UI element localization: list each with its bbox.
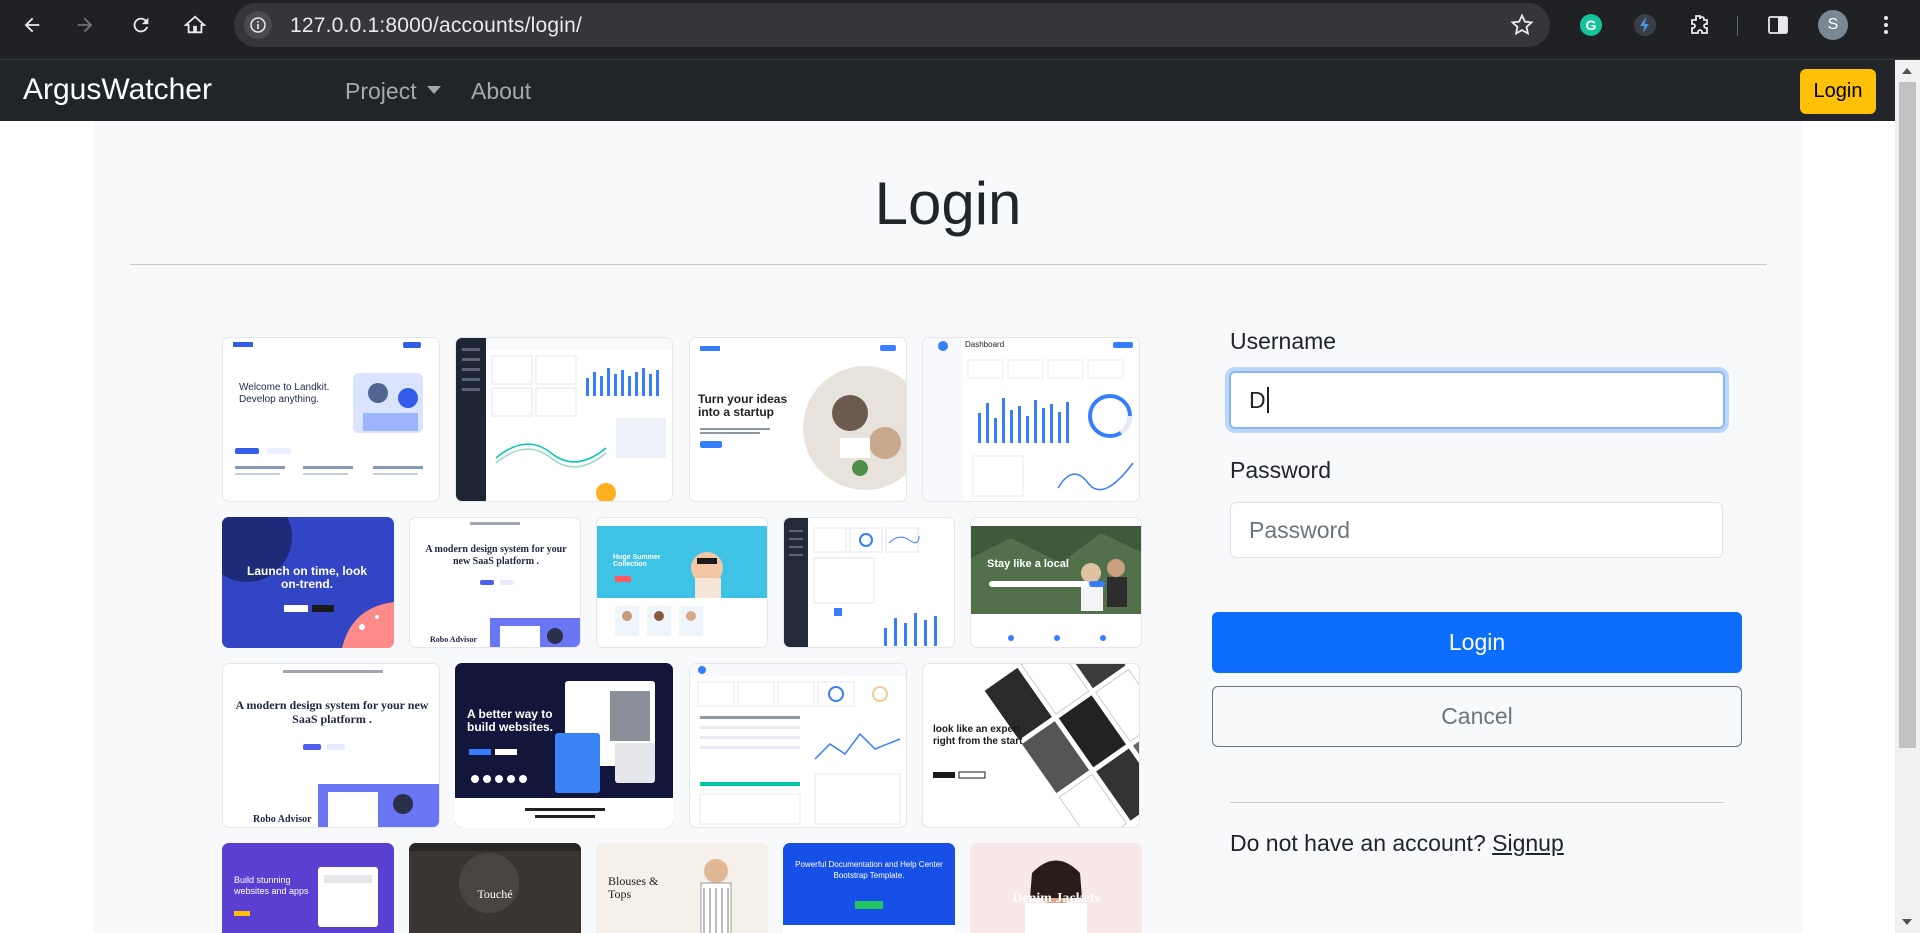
- thumbnail-text: Turn your ideas into a startup: [698, 392, 788, 419]
- thumbnail-blouses-tops: Blouses & Tops: [596, 843, 768, 933]
- nav-about-link[interactable]: About: [471, 78, 531, 105]
- thumbnail-text: Dashboard: [965, 340, 1005, 349]
- thumbnail-build-stunning: Build stunning websites and apps: [222, 843, 394, 933]
- url-text: 127.0.0.1:8000/accounts/login/: [290, 14, 583, 37]
- forward-button[interactable]: [68, 8, 102, 42]
- scrollbar-thumb[interactable]: [1899, 82, 1916, 748]
- username-label: Username: [1230, 328, 1337, 354]
- thumbnail-denim-jackets: Denim Jackets: [970, 843, 1142, 933]
- site-navbar: ArgusWatcher Project About Login: [0, 60, 1895, 121]
- thumbnail-better-way-websites: A better way to build websites.: [455, 663, 673, 828]
- stay-local-preview-image: [971, 526, 1141, 641]
- thumbnail-text: Blouses & Tops: [608, 874, 659, 901]
- browser-menu-icon[interactable]: [1873, 12, 1899, 38]
- thumbnail-touche: Touché: [409, 843, 581, 933]
- password-label: Password: [1230, 457, 1331, 483]
- extensions-puzzle-icon[interactable]: [1686, 12, 1712, 38]
- grammarly-extension-icon[interactable]: G: [1578, 12, 1604, 38]
- thumbnail-admin-dashboard: [783, 517, 955, 648]
- thumbnail-text: A modern design system for your new SaaS…: [235, 698, 429, 726]
- username-value: D: [1249, 386, 1266, 413]
- dashboard-charts-preview-image: [923, 338, 1134, 501]
- saas-preview-image-2: Robo Advisor: [253, 670, 439, 827]
- browser-chrome: 127.0.0.1:8000/accounts/login/ G S: [0, 0, 1920, 60]
- chevron-down-icon: [426, 85, 441, 94]
- thumbnail-text: Powerful Documentation and Help Center B…: [795, 860, 943, 880]
- signup-prompt: Do not have an account? Signup: [1230, 830, 1564, 857]
- back-button[interactable]: [15, 8, 49, 42]
- svg-text:G: G: [1586, 17, 1597, 33]
- nav-project-label: Project: [345, 78, 417, 104]
- site-info-icon[interactable]: [244, 11, 272, 39]
- page-title: Login: [874, 170, 1022, 237]
- forward-arrow-icon: [77, 17, 93, 33]
- nav-project-dropdown[interactable]: Project: [345, 78, 441, 105]
- denim-preview-image: [1025, 860, 1087, 933]
- better-way-preview-image: [455, 681, 673, 828]
- thumbnail-launch-on-time: Launch on time, look on-trend.: [222, 517, 394, 648]
- thumbnail-text: look like an expert right from the start: [933, 724, 1023, 747]
- title-divider: [130, 264, 1767, 265]
- thumbnail-summer-collection: Huge Summer Collection: [596, 517, 768, 648]
- thumbnail-text: Stay like a local: [987, 558, 1069, 570]
- text-cursor: [1266, 387, 1269, 413]
- saas-preview-image: Robo Advisor: [430, 522, 580, 647]
- profile-avatar[interactable]: S: [1818, 10, 1848, 40]
- cancel-button[interactable]: Cancel: [1212, 686, 1742, 747]
- side-panel-icon[interactable]: [1765, 12, 1791, 38]
- reload-icon: [133, 17, 149, 33]
- reload-button[interactable]: [124, 8, 158, 42]
- dashboard-preview-image: [456, 338, 672, 501]
- thumbnail-text: A better way to build websites.: [467, 707, 554, 734]
- thumbnail-saas-design-system-2: Robo Advisor A modern design system for …: [222, 663, 440, 828]
- form-divider: [1230, 802, 1724, 803]
- thumbnail-saas-design-system: Robo Advisor A modern design system for …: [409, 517, 581, 648]
- scroll-down-arrow-icon[interactable]: [1902, 919, 1912, 925]
- thumbnail-text: Launch on time, look on-trend.: [246, 564, 367, 591]
- signup-link[interactable]: Signup: [1492, 830, 1564, 856]
- password-placeholder: Password: [1249, 516, 1350, 543]
- documentation-preview-image: [783, 901, 955, 933]
- address-bar[interactable]: 127.0.0.1:8000/accounts/login/: [234, 3, 1550, 47]
- thumbnail-text: Huge Summer Collection: [613, 554, 661, 568]
- analytics-preview-image: [690, 664, 906, 825]
- login-container: Login Welcome to Landkit. Develop anythi…: [93, 121, 1803, 933]
- navbar-login-button[interactable]: Login: [1800, 69, 1876, 114]
- bookmark-star-icon[interactable]: [1510, 13, 1534, 42]
- thumbnail-text: Build stunning websites and apps: [234, 875, 309, 896]
- front-preview-image: [700, 345, 906, 490]
- thumbnail-text: Denim Jackets: [1012, 891, 1100, 906]
- thumbnail-look-like-expert: look like an expert right from the start: [922, 663, 1140, 828]
- thumbnail-stay-like-a-local: Stay like a local: [970, 517, 1142, 648]
- signup-prompt-text: Do not have an account?: [1230, 830, 1486, 856]
- back-arrow-icon: [24, 17, 40, 33]
- password-input[interactable]: Password: [1230, 502, 1723, 558]
- admin-preview-image: [784, 518, 937, 647]
- thumbnail-dashboard-charts: Dashboard: [922, 337, 1140, 502]
- scroll-up-arrow-icon[interactable]: [1902, 68, 1912, 74]
- login-submit-button[interactable]: Login: [1212, 612, 1742, 673]
- thumbnail-analytics-dashboard: [689, 663, 907, 828]
- svg-text:Robo Advisor: Robo Advisor: [430, 635, 477, 644]
- bolt-extension-icon[interactable]: [1632, 12, 1658, 38]
- home-icon: [184, 15, 206, 34]
- brand-logo[interactable]: ArgusWatcher: [23, 73, 212, 107]
- thumbnail-text: Touché: [477, 887, 513, 901]
- toolbar-divider: [1737, 16, 1738, 36]
- thumbnail-front-startup: Turn your ideas into a startup: [689, 337, 907, 502]
- thumbnail-text: A modern design system for your new SaaS…: [425, 544, 567, 567]
- svg-text:Robo Advisor: Robo Advisor: [253, 814, 312, 825]
- thumbnail-text: Welcome to Landkit. Develop anything.: [239, 382, 330, 405]
- thumbnail-dashboard-dark-sidebar: [455, 337, 673, 502]
- thumbnail-documentation-help: Powerful Documentation and Help Center B…: [783, 843, 955, 933]
- home-button[interactable]: [178, 8, 212, 42]
- summer-preview-image: [597, 526, 767, 636]
- page-scrollbar[interactable]: [1895, 60, 1920, 933]
- landkit-preview-image: [223, 338, 439, 494]
- username-input[interactable]: D: [1229, 371, 1725, 429]
- thumbnail-landkit-welcome: Welcome to Landkit. Develop anything.: [222, 337, 440, 502]
